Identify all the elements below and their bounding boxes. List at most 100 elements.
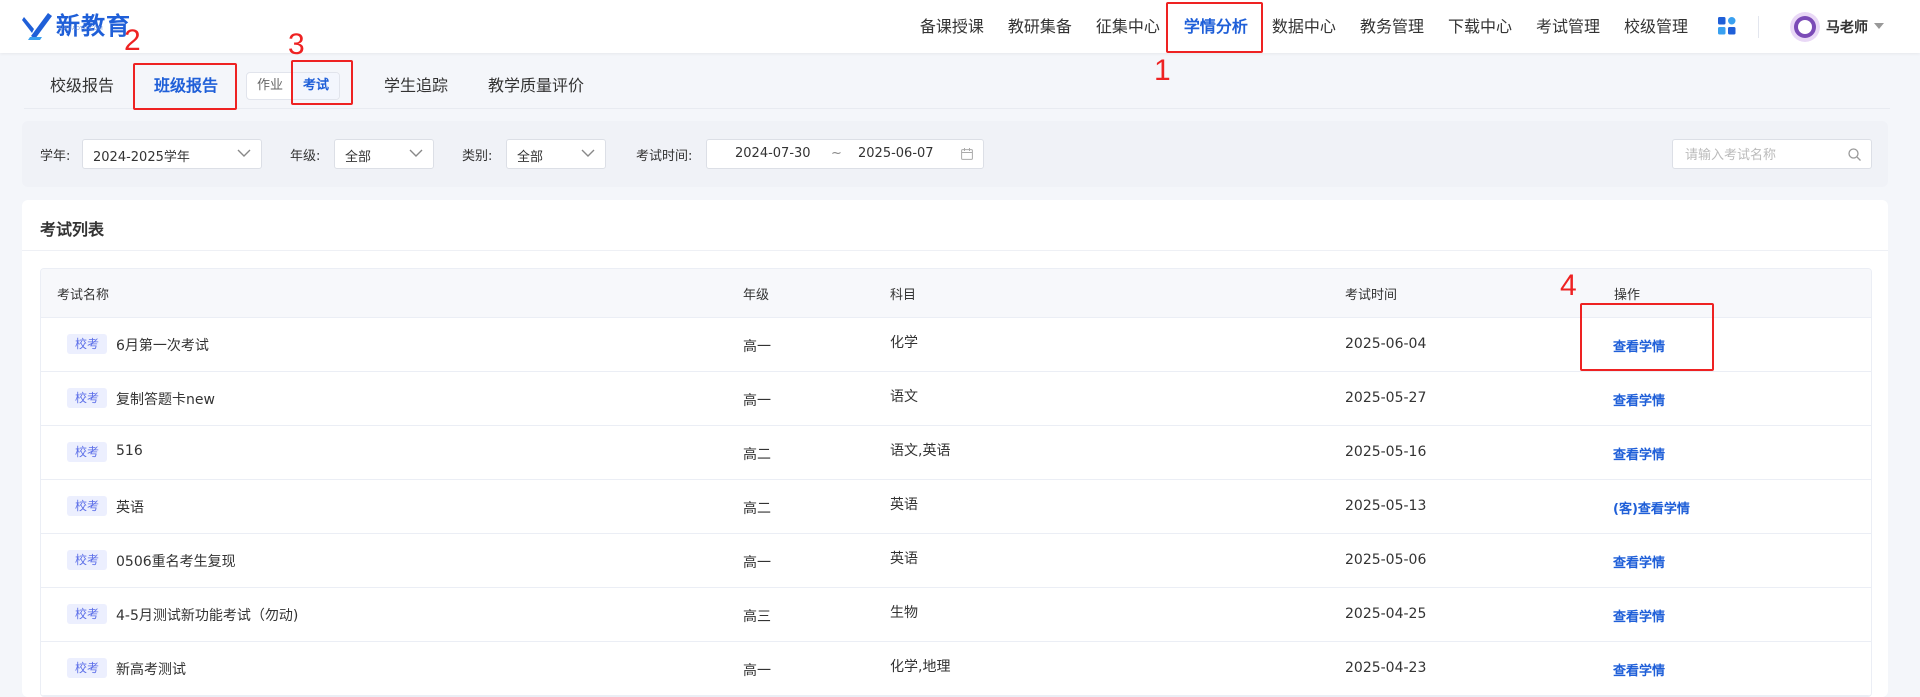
apps-grid-icon[interactable]	[1718, 17, 1736, 35]
table-row: 校考 516 高二 语文,英语 2025-05-16 查看学情	[41, 426, 1871, 480]
header-divider	[1758, 16, 1759, 38]
nav-item-download-center[interactable]: 下载中心	[1436, 0, 1524, 53]
table-row: 校考 英语 高二 英语 2025-05-13 (客)查看学情	[41, 480, 1871, 534]
main-nav: 备课授课 教研集备 征集中心 学情分析 数据中心 教务管理 下载中心 考试管理 …	[908, 0, 1700, 53]
avatar[interactable]	[1790, 12, 1820, 42]
annotation-number-2: 2	[124, 24, 141, 57]
chevron-down-icon	[409, 149, 423, 157]
nav-item-exam-management[interactable]: 考试管理	[1524, 0, 1612, 53]
annotation-number-3: 3	[288, 28, 305, 61]
user-menu-caret-icon[interactable]	[1874, 23, 1884, 29]
nav-item-academic-affairs[interactable]: 教务管理	[1348, 0, 1436, 53]
table-row: 校考 复制答题卡new 高一 语文 2025-05-27 查看学情	[41, 372, 1871, 426]
exam-list-card: 考试列表 考试名称 年级 科目 考试时间 操作 校考 6月第一次考试 高一 化学…	[22, 200, 1888, 697]
annotation-box-3	[291, 60, 353, 105]
exam-type-badge: 校考	[67, 334, 108, 354]
exam-name: 英语	[116, 500, 144, 516]
exam-subject: 英语	[890, 551, 918, 567]
column-header-time: 考试时间	[1345, 288, 1398, 303]
exam-type-badge: 校考	[67, 496, 108, 516]
year-select[interactable]: 2024-2025学年	[82, 139, 262, 169]
exam-name: 516	[116, 443, 143, 459]
exam-time: 2025-05-06	[1345, 552, 1427, 568]
view-learning-link[interactable]: 查看学情	[1613, 444, 1665, 463]
user-name[interactable]: 马老师	[1826, 17, 1868, 37]
annotation-box-2	[133, 63, 237, 110]
table-row: 校考 新高考测试 高一 化学,地理 2025-04-23 查看学情	[41, 642, 1871, 696]
nav-item-school-management[interactable]: 校级管理	[1612, 0, 1700, 53]
exam-subject: 生物	[890, 605, 918, 621]
toggle-homework[interactable]: 作业	[247, 73, 293, 99]
nav-item-data-center[interactable]: 数据中心	[1260, 0, 1348, 53]
grade-label: 年级:	[290, 149, 321, 164]
avatar-image-icon	[1790, 12, 1820, 42]
search-icon[interactable]	[1848, 148, 1861, 161]
exam-type-badge: 校考	[67, 658, 108, 678]
exam-time: 2025-05-27	[1345, 390, 1427, 406]
column-header-operation: 操作	[1614, 288, 1641, 303]
date-separator: ~	[831, 146, 842, 161]
view-learning-link[interactable]: 查看学情	[1613, 660, 1665, 679]
annotation-box-1	[1166, 2, 1263, 53]
tab-school-report[interactable]: 校级报告	[50, 72, 114, 96]
exam-subject: 化学,地理	[890, 659, 951, 675]
view-learning-link[interactable]: 查看学情	[1613, 552, 1665, 571]
exam-subject: 语文,英语	[890, 443, 951, 459]
chevron-down-icon	[237, 149, 251, 157]
annotation-number-4: 4	[1560, 269, 1577, 302]
exam-time: 2025-04-25	[1345, 606, 1427, 622]
exam-name: 0506重名考生复现	[116, 554, 236, 570]
nav-item-lesson-prep[interactable]: 备课授课	[908, 0, 996, 53]
exam-grade: 高一	[743, 393, 771, 409]
year-select-value: 2024-2025学年	[93, 150, 190, 165]
table-row: 校考 0506重名考生复现 高一 英语 2025-05-06 查看学情	[41, 534, 1871, 588]
exam-name: 6月第一次考试	[116, 338, 209, 354]
calendar-icon	[961, 148, 973, 160]
exam-time: 2025-06-04	[1345, 336, 1427, 352]
tab-teaching-quality[interactable]: 教学质量评价	[488, 72, 584, 96]
nav-item-teaching-research[interactable]: 教研集备	[996, 0, 1084, 53]
category-select[interactable]: 全部	[506, 139, 606, 169]
exam-time-label: 考试时间:	[636, 149, 693, 164]
nav-item-collection-center[interactable]: 征集中心	[1084, 0, 1172, 53]
exam-time: 2025-05-16	[1345, 444, 1427, 460]
exam-subject: 语文	[890, 389, 918, 405]
exam-time: 2025-04-23	[1345, 660, 1427, 676]
year-label: 学年:	[40, 149, 71, 164]
view-learning-link[interactable]: 查看学情	[1613, 606, 1665, 625]
view-learning-link[interactable]: 查看学情	[1613, 390, 1665, 409]
exam-search-box[interactable]	[1672, 139, 1872, 169]
exam-grade: 高一	[743, 663, 771, 679]
chevron-down-icon	[581, 149, 595, 157]
exam-grade: 高一	[743, 339, 771, 355]
logo-subtext: XINJIAOYU.COM	[58, 26, 104, 32]
annotation-number-1: 1	[1154, 54, 1171, 87]
exam-date-range-picker[interactable]: 2024-07-30 ~ 2025-06-07	[706, 139, 984, 169]
annotation-box-4	[1580, 303, 1714, 371]
exam-subject: 英语	[890, 497, 918, 513]
exam-name: 新高考测试	[116, 662, 186, 678]
category-select-value: 全部	[517, 150, 544, 165]
exam-grade: 高一	[743, 555, 771, 571]
column-header-name: 考试名称	[57, 288, 110, 303]
date-start: 2024-07-30	[735, 146, 811, 161]
exam-grade: 高二	[743, 447, 771, 463]
exam-type-badge: 校考	[67, 442, 108, 462]
exam-grade: 高二	[743, 501, 771, 517]
grade-select[interactable]: 全部	[334, 139, 434, 169]
exam-type-badge: 校考	[67, 550, 108, 570]
view-learning-link[interactable]: (客)查看学情	[1613, 498, 1690, 517]
column-header-grade: 年级	[743, 288, 770, 303]
exam-list-title: 考试列表	[40, 220, 105, 239]
column-header-subject: 科目	[890, 288, 917, 303]
exam-type-badge: 校考	[67, 604, 108, 624]
exam-search-input[interactable]	[1683, 144, 1847, 166]
logo-mark-icon	[22, 13, 52, 40]
exam-name: 复制答题卡new	[116, 392, 215, 408]
exam-type-badge: 校考	[67, 388, 108, 408]
table-row: 校考 4-5月测试新功能考试（勿动) 高三 生物 2025-04-25 查看学情	[41, 588, 1871, 642]
date-end: 2025-06-07	[858, 146, 934, 161]
tab-student-tracking[interactable]: 学生追踪	[384, 72, 448, 96]
exam-list-header: 考试列表	[22, 200, 1888, 251]
exam-time: 2025-05-13	[1345, 498, 1427, 514]
